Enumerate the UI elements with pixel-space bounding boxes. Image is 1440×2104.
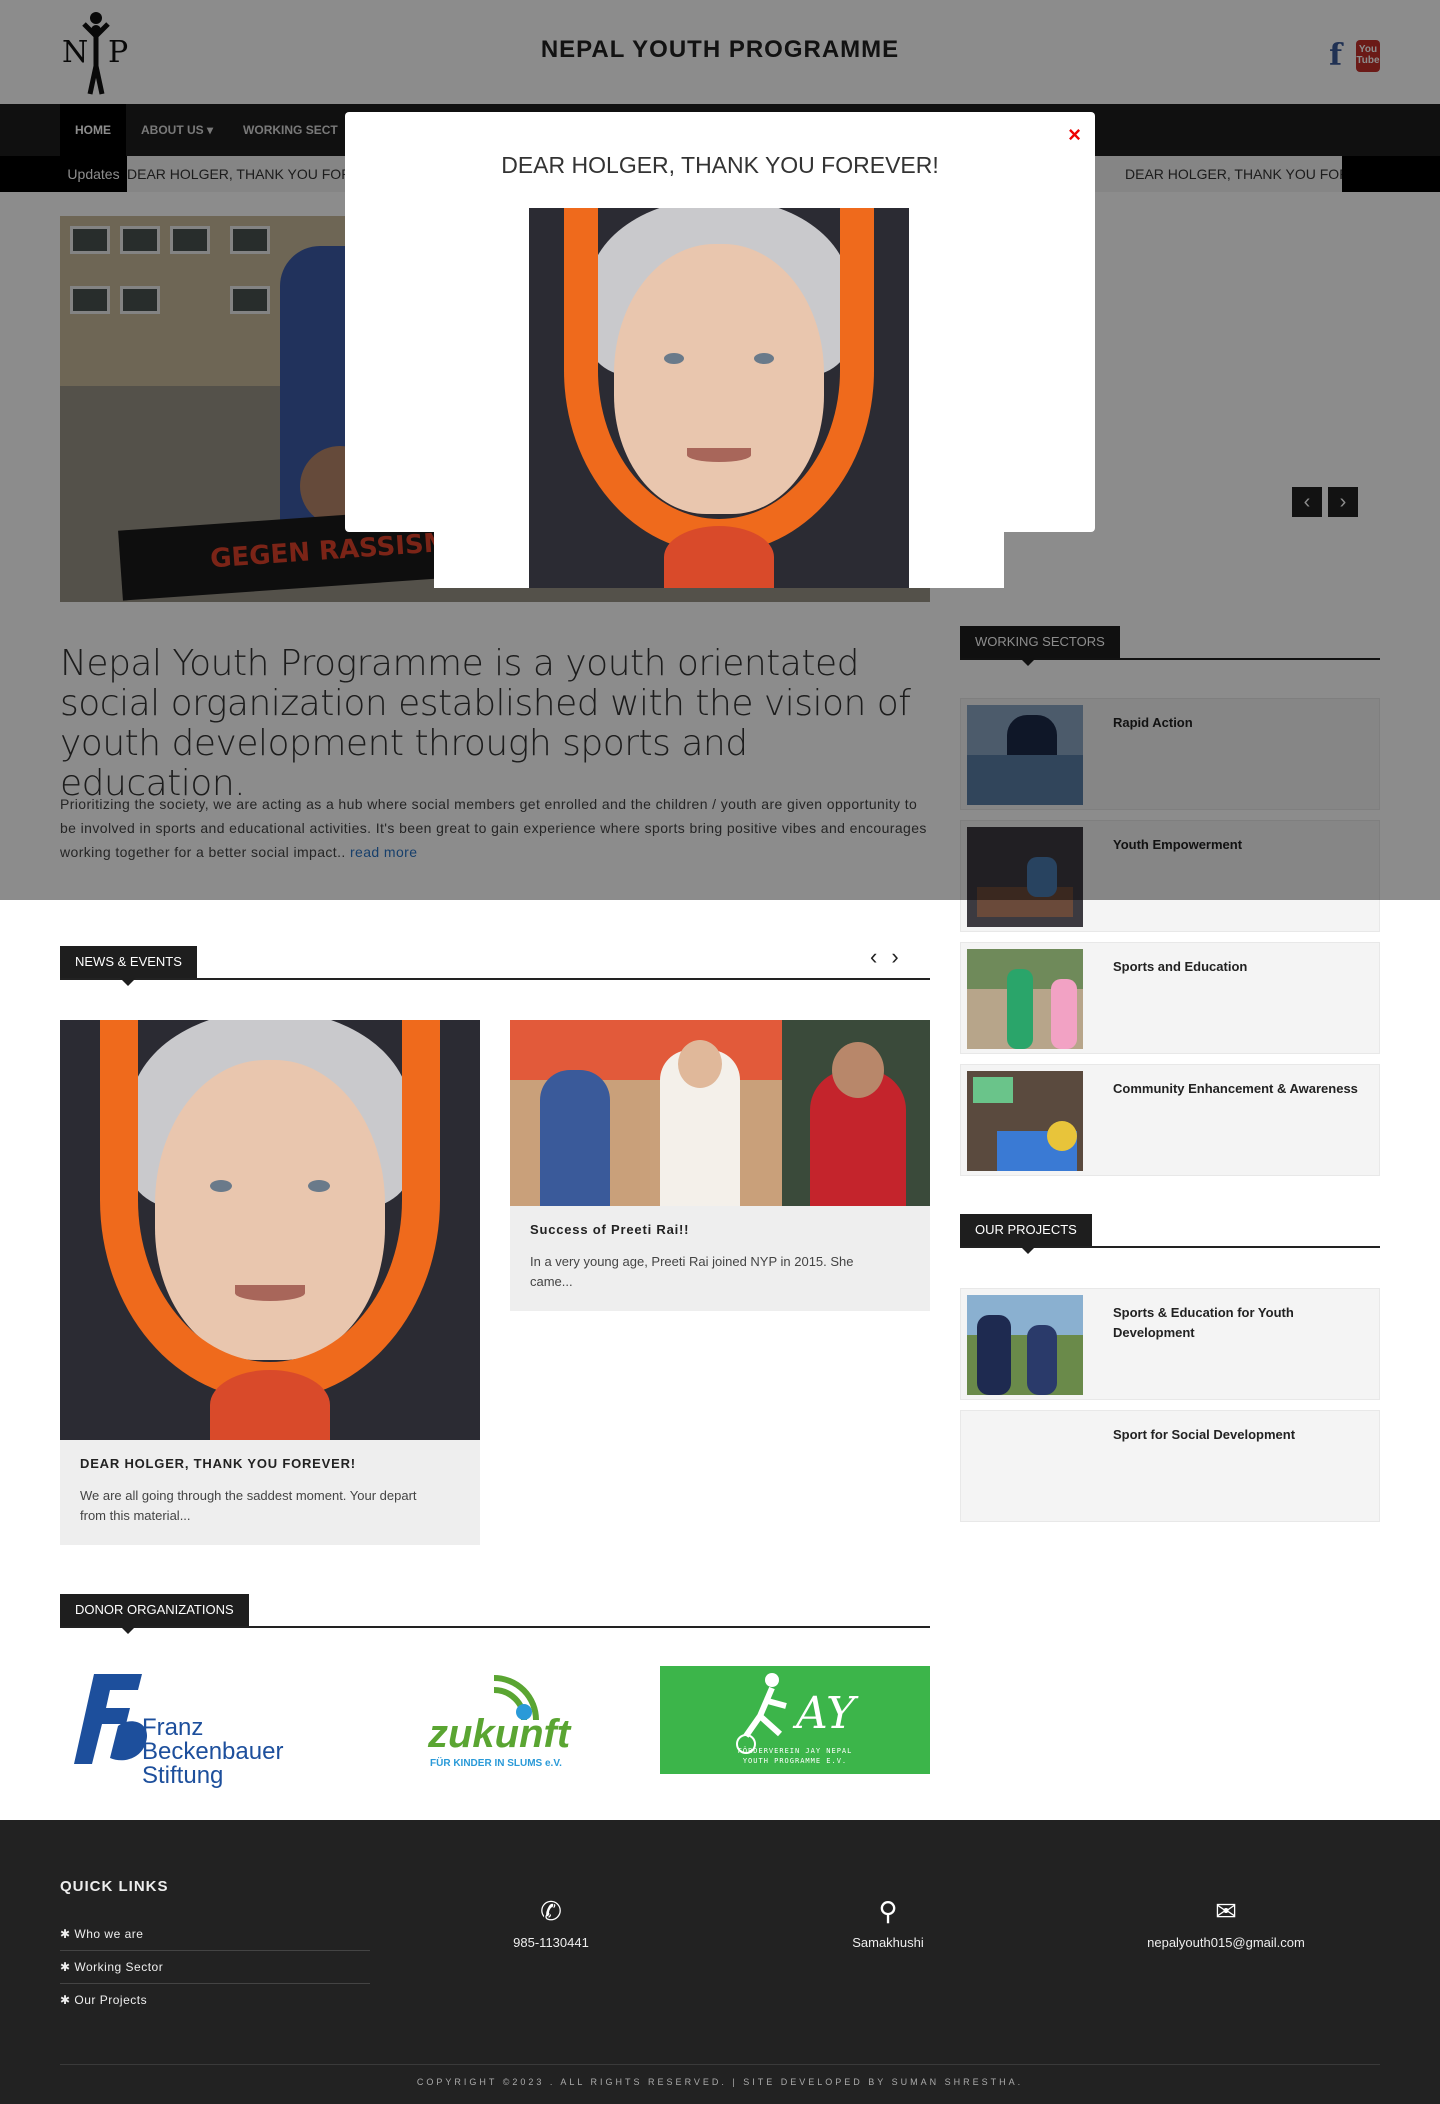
quick-links-title: QUICK LINKS xyxy=(60,1878,169,1895)
donor-logo-jay[interactable]: AY FÖRDERVEREIN JAY NEPAL YOUTH PROGRAMM… xyxy=(660,1666,930,1774)
quick-link-label[interactable]: Our Projects xyxy=(74,1993,147,2007)
phone-icon: ✆ xyxy=(540,1896,562,1926)
modal-image xyxy=(434,208,1004,588)
news-events-label: NEWS & EVENTS xyxy=(60,946,197,986)
donor-logo-beckenbauer[interactable]: Franz Beckenbauer Stiftung xyxy=(60,1666,330,1788)
contact-email: ✉ nepalyouth015@gmail.com xyxy=(1126,1896,1326,1950)
contact-phone-text[interactable]: 985-1130441 xyxy=(513,1935,589,1950)
project-item[interactable]: Sport for Social Development xyxy=(960,1410,1380,1522)
working-sector-item[interactable]: Sports and Education xyxy=(960,942,1380,1054)
contact-location-text: Samakhushi xyxy=(852,1935,924,1950)
contact-email-text[interactable]: nepalyouth015@gmail.com xyxy=(1147,1935,1305,1950)
news-card[interactable]: DEAR HOLGER, THANK YOU FOREVER! We are a… xyxy=(60,1020,480,1545)
envelope-icon: ✉ xyxy=(1215,1896,1237,1926)
donor-organizations-label: DONOR ORGANIZATIONS xyxy=(60,1594,249,1634)
quick-link[interactable]: ✱ Who we are xyxy=(60,1918,370,1951)
our-projects-label: OUR PROJECTS xyxy=(960,1214,1092,1254)
news-card-excerpt: We are all going through the saddest mom… xyxy=(80,1488,417,1523)
beckenbauer-name-line1: Franz Beckenbauer xyxy=(142,1714,284,1765)
news-events-heading: NEWS & EVENTS xyxy=(60,944,930,986)
news-card-title[interactable]: DEAR HOLGER, THANK YOU FOREVER! xyxy=(80,1456,356,1471)
quick-link[interactable]: ✱ Our Projects xyxy=(60,1984,370,2016)
quick-link-label[interactable]: Who we are xyxy=(74,1927,143,1941)
quick-link[interactable]: ✱ Working Sector xyxy=(60,1951,370,1984)
project-item[interactable]: Sports & Education for Youth Development xyxy=(960,1288,1380,1400)
news-prev-button[interactable]: ‹ xyxy=(870,944,877,970)
site-footer: QUICK LINKS ✱ Who we are ✱ Working Secto… xyxy=(0,1820,1440,2104)
zukunft-subtitle: FÜR KINDER IN SLUMS e.V. xyxy=(430,1758,562,1769)
news-card-excerpt: In a very young age, Preeti Rai joined N… xyxy=(530,1254,854,1289)
news-carousel-controls: ‹ › xyxy=(870,944,899,970)
news-card-image[interactable] xyxy=(510,1020,930,1206)
community-thumbnail xyxy=(967,1071,1083,1171)
svg-text:AY: AY xyxy=(792,1688,859,1739)
modal-title: DEAR HOLGER, THANK YOU FOREVER! xyxy=(501,152,939,178)
working-sector-title[interactable]: Community Enhancement & Awareness xyxy=(1113,1079,1373,1099)
donor-organizations-heading: DONOR ORGANIZATIONS xyxy=(60,1592,930,1634)
our-projects-heading: OUR PROJECTS xyxy=(960,1212,1380,1254)
copyright: COPYRIGHT ©2023 . ALL RIGHTS RESERVED. |… xyxy=(60,2064,1380,2087)
working-sector-item[interactable]: Community Enhancement & Awareness xyxy=(960,1064,1380,1176)
project-title[interactable]: Sports & Education for Youth Development xyxy=(1113,1303,1373,1343)
quick-links-list: ✱ Who we are ✱ Working Sector ✱ Our Proj… xyxy=(60,1918,370,2016)
jay-subtitle-line2: YOUTH PROGRAMME E.V. xyxy=(742,1757,848,1765)
project-thumbnail xyxy=(967,1295,1083,1395)
news-card-title[interactable]: Success of Preeti Rai!! xyxy=(530,1222,689,1237)
beckenbauer-name-line2: Stiftung xyxy=(142,1762,224,1789)
close-icon[interactable]: × xyxy=(1068,122,1081,148)
working-sector-title[interactable]: Sports and Education xyxy=(1113,957,1373,977)
sports-education-thumbnail xyxy=(967,949,1083,1049)
news-next-button[interactable]: › xyxy=(891,944,898,970)
zukunft-name: zukunft xyxy=(428,1712,571,1756)
project-title[interactable]: Sport for Social Development xyxy=(1113,1425,1373,1445)
news-card[interactable]: Success of Preeti Rai!! In a very young … xyxy=(510,1020,930,1311)
donor-logo-zukunft[interactable]: zukunft FÜR KINDER IN SLUMS e.V. xyxy=(420,1666,580,1774)
contact-location: ⚲ Samakhushi xyxy=(788,1896,988,1950)
news-card-image[interactable] xyxy=(60,1020,480,1440)
jay-subtitle-line1: FÖRDERVEREIN JAY NEPAL xyxy=(737,1747,853,1755)
location-icon: ⚲ xyxy=(878,1896,898,1926)
contact-phone: ✆ 985-1130441 xyxy=(451,1896,651,1950)
quick-link-label[interactable]: Working Sector xyxy=(74,1960,163,1974)
